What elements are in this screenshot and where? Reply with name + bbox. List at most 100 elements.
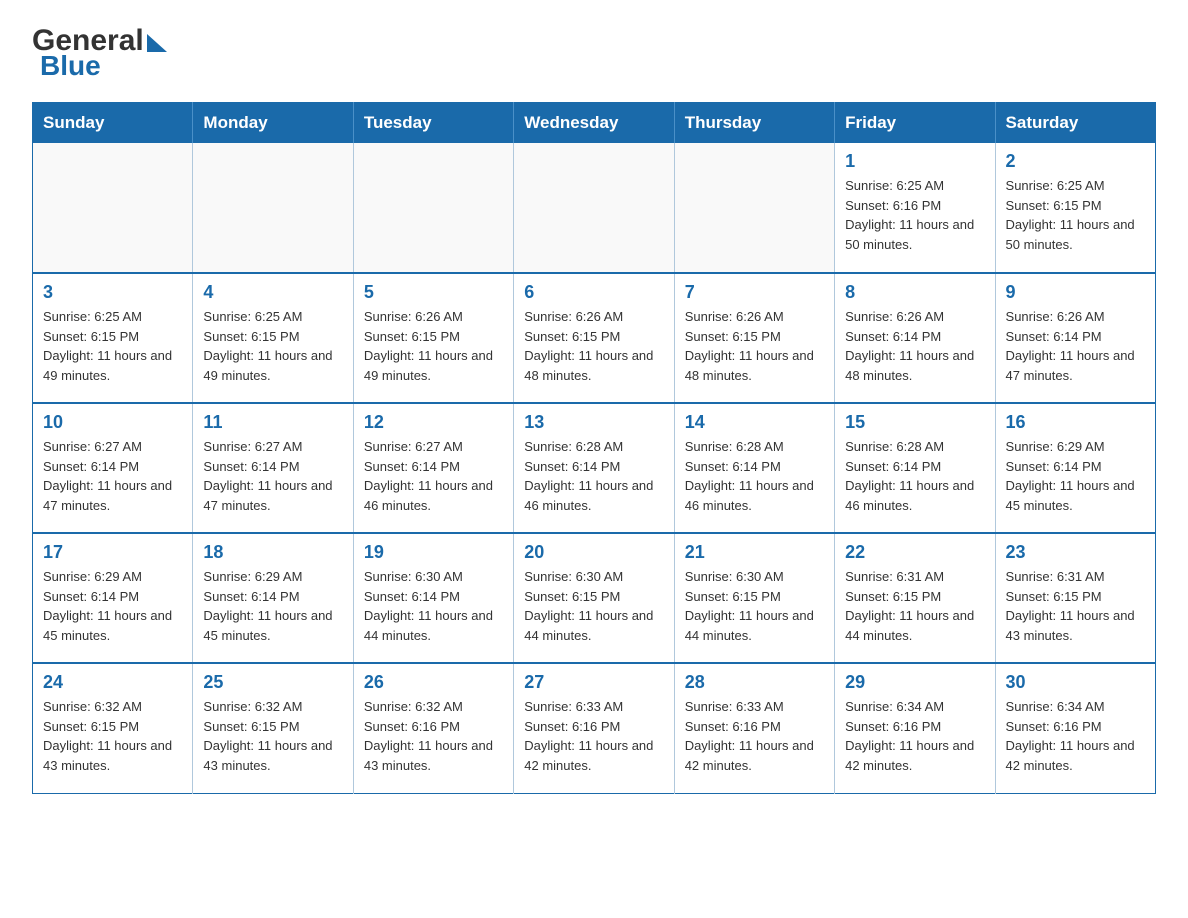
day-info: Sunrise: 6:26 AM Sunset: 6:14 PM Dayligh… [1006, 307, 1145, 385]
day-number: 29 [845, 672, 984, 693]
weekday-header-thursday: Thursday [674, 103, 834, 144]
day-info: Sunrise: 6:30 AM Sunset: 6:15 PM Dayligh… [524, 567, 663, 645]
calendar-cell: 9 Sunrise: 6:26 AM Sunset: 6:14 PM Daylig… [995, 273, 1155, 403]
day-number: 19 [364, 542, 503, 563]
day-number: 18 [203, 542, 342, 563]
day-info: Sunrise: 6:26 AM Sunset: 6:15 PM Dayligh… [685, 307, 824, 385]
day-info: Sunrise: 6:25 AM Sunset: 6:16 PM Dayligh… [845, 176, 984, 254]
day-number: 9 [1006, 282, 1145, 303]
week-row-5: 24 Sunrise: 6:32 AM Sunset: 6:15 PM Dayli… [33, 663, 1156, 793]
day-info: Sunrise: 6:25 AM Sunset: 6:15 PM Dayligh… [43, 307, 182, 385]
day-info: Sunrise: 6:28 AM Sunset: 6:14 PM Dayligh… [845, 437, 984, 515]
day-number: 28 [685, 672, 824, 693]
day-number: 2 [1006, 151, 1145, 172]
day-info: Sunrise: 6:31 AM Sunset: 6:15 PM Dayligh… [845, 567, 984, 645]
day-info: Sunrise: 6:27 AM Sunset: 6:14 PM Dayligh… [203, 437, 342, 515]
day-info: Sunrise: 6:29 AM Sunset: 6:14 PM Dayligh… [43, 567, 182, 645]
calendar-cell: 15 Sunrise: 6:28 AM Sunset: 6:14 PM Dayli… [835, 403, 995, 533]
calendar-cell: 28 Sunrise: 6:33 AM Sunset: 6:16 PM Dayli… [674, 663, 834, 793]
day-info: Sunrise: 6:32 AM Sunset: 6:16 PM Dayligh… [364, 697, 503, 775]
calendar-cell: 5 Sunrise: 6:26 AM Sunset: 6:15 PM Daylig… [353, 273, 513, 403]
day-info: Sunrise: 6:30 AM Sunset: 6:14 PM Dayligh… [364, 567, 503, 645]
day-info: Sunrise: 6:32 AM Sunset: 6:15 PM Dayligh… [203, 697, 342, 775]
day-number: 30 [1006, 672, 1145, 693]
day-info: Sunrise: 6:27 AM Sunset: 6:14 PM Dayligh… [364, 437, 503, 515]
day-info: Sunrise: 6:29 AM Sunset: 6:14 PM Dayligh… [1006, 437, 1145, 515]
logo-arrow-icon [147, 34, 167, 52]
calendar-cell: 10 Sunrise: 6:27 AM Sunset: 6:14 PM Dayli… [33, 403, 193, 533]
day-number: 26 [364, 672, 503, 693]
calendar-cell: 22 Sunrise: 6:31 AM Sunset: 6:15 PM Dayli… [835, 533, 995, 663]
day-number: 10 [43, 412, 182, 433]
calendar-cell: 30 Sunrise: 6:34 AM Sunset: 6:16 PM Dayli… [995, 663, 1155, 793]
day-info: Sunrise: 6:33 AM Sunset: 6:16 PM Dayligh… [685, 697, 824, 775]
calendar-cell: 25Sunrise: 6:32 AM Sunset: 6:15 PM Dayli… [193, 663, 353, 793]
day-info: Sunrise: 6:34 AM Sunset: 6:16 PM Dayligh… [1006, 697, 1145, 775]
calendar-cell: 2 Sunrise: 6:25 AM Sunset: 6:15 PM Daylig… [995, 143, 1155, 273]
calendar-cell: 11 Sunrise: 6:27 AM Sunset: 6:14 PM Dayli… [193, 403, 353, 533]
calendar-cell: 17 Sunrise: 6:29 AM Sunset: 6:14 PM Dayli… [33, 533, 193, 663]
day-info: Sunrise: 6:25 AM Sunset: 6:15 PM Dayligh… [1006, 176, 1145, 254]
day-info: Sunrise: 6:25 AM Sunset: 6:15 PM Dayligh… [203, 307, 342, 385]
calendar-cell: 24 Sunrise: 6:32 AM Sunset: 6:15 PM Dayli… [33, 663, 193, 793]
calendar-cell [193, 143, 353, 273]
page-header: General Blue [32, 24, 1156, 82]
day-number: 8 [845, 282, 984, 303]
day-number: 5 [364, 282, 503, 303]
calendar-cell: 6Sunrise: 6:26 AM Sunset: 6:15 PM Daylig… [514, 273, 674, 403]
week-row-3: 10 Sunrise: 6:27 AM Sunset: 6:14 PM Dayli… [33, 403, 1156, 533]
calendar-cell [674, 143, 834, 273]
calendar-cell: 20 Sunrise: 6:30 AM Sunset: 6:15 PM Dayli… [514, 533, 674, 663]
week-row-1: 1 Sunrise: 6:25 AM Sunset: 6:16 PM Daylig… [33, 143, 1156, 273]
day-number: 20 [524, 542, 663, 563]
weekday-header-row: SundayMondayTuesdayWednesdayThursdayFrid… [33, 103, 1156, 144]
weekday-header-friday: Friday [835, 103, 995, 144]
day-info: Sunrise: 6:28 AM Sunset: 6:14 PM Dayligh… [524, 437, 663, 515]
day-number: 1 [845, 151, 984, 172]
day-number: 23 [1006, 542, 1145, 563]
calendar-cell [353, 143, 513, 273]
day-number: 4 [203, 282, 342, 303]
day-info: Sunrise: 6:28 AM Sunset: 6:14 PM Dayligh… [685, 437, 824, 515]
day-number: 16 [1006, 412, 1145, 433]
weekday-header-saturday: Saturday [995, 103, 1155, 144]
calendar-cell: 4 Sunrise: 6:25 AM Sunset: 6:15 PM Daylig… [193, 273, 353, 403]
day-number: 24 [43, 672, 182, 693]
calendar-cell: 8 Sunrise: 6:26 AM Sunset: 6:14 PM Daylig… [835, 273, 995, 403]
calendar-cell: 7Sunrise: 6:26 AM Sunset: 6:15 PM Daylig… [674, 273, 834, 403]
day-number: 27 [524, 672, 663, 693]
logo-blue-text: Blue [40, 50, 101, 82]
day-info: Sunrise: 6:26 AM Sunset: 6:15 PM Dayligh… [364, 307, 503, 385]
day-info: Sunrise: 6:27 AM Sunset: 6:14 PM Dayligh… [43, 437, 182, 515]
day-info: Sunrise: 6:29 AM Sunset: 6:14 PM Dayligh… [203, 567, 342, 645]
calendar-cell: 14Sunrise: 6:28 AM Sunset: 6:14 PM Dayli… [674, 403, 834, 533]
day-number: 11 [203, 412, 342, 433]
calendar-cell: 19 Sunrise: 6:30 AM Sunset: 6:14 PM Dayli… [353, 533, 513, 663]
calendar-cell: 13Sunrise: 6:28 AM Sunset: 6:14 PM Dayli… [514, 403, 674, 533]
weekday-header-wednesday: Wednesday [514, 103, 674, 144]
calendar-cell: 29 Sunrise: 6:34 AM Sunset: 6:16 PM Dayli… [835, 663, 995, 793]
day-info: Sunrise: 6:32 AM Sunset: 6:15 PM Dayligh… [43, 697, 182, 775]
calendar-table: SundayMondayTuesdayWednesdayThursdayFrid… [32, 102, 1156, 794]
weekday-header-tuesday: Tuesday [353, 103, 513, 144]
week-row-4: 17 Sunrise: 6:29 AM Sunset: 6:14 PM Dayli… [33, 533, 1156, 663]
day-info: Sunrise: 6:34 AM Sunset: 6:16 PM Dayligh… [845, 697, 984, 775]
day-number: 21 [685, 542, 824, 563]
weekday-header-sunday: Sunday [33, 103, 193, 144]
day-number: 17 [43, 542, 182, 563]
day-number: 22 [845, 542, 984, 563]
calendar-cell: 26 Sunrise: 6:32 AM Sunset: 6:16 PM Dayli… [353, 663, 513, 793]
day-info: Sunrise: 6:26 AM Sunset: 6:14 PM Dayligh… [845, 307, 984, 385]
day-number: 3 [43, 282, 182, 303]
day-number: 6 [524, 282, 663, 303]
calendar-cell: 3 Sunrise: 6:25 AM Sunset: 6:15 PM Daylig… [33, 273, 193, 403]
weekday-header-monday: Monday [193, 103, 353, 144]
logo: General Blue [32, 24, 167, 82]
calendar-cell: 21Sunrise: 6:30 AM Sunset: 6:15 PM Dayli… [674, 533, 834, 663]
day-number: 15 [845, 412, 984, 433]
day-number: 12 [364, 412, 503, 433]
calendar-cell: 16 Sunrise: 6:29 AM Sunset: 6:14 PM Dayli… [995, 403, 1155, 533]
calendar-cell [33, 143, 193, 273]
calendar-cell: 23Sunrise: 6:31 AM Sunset: 6:15 PM Dayli… [995, 533, 1155, 663]
calendar-cell: 12 Sunrise: 6:27 AM Sunset: 6:14 PM Dayli… [353, 403, 513, 533]
